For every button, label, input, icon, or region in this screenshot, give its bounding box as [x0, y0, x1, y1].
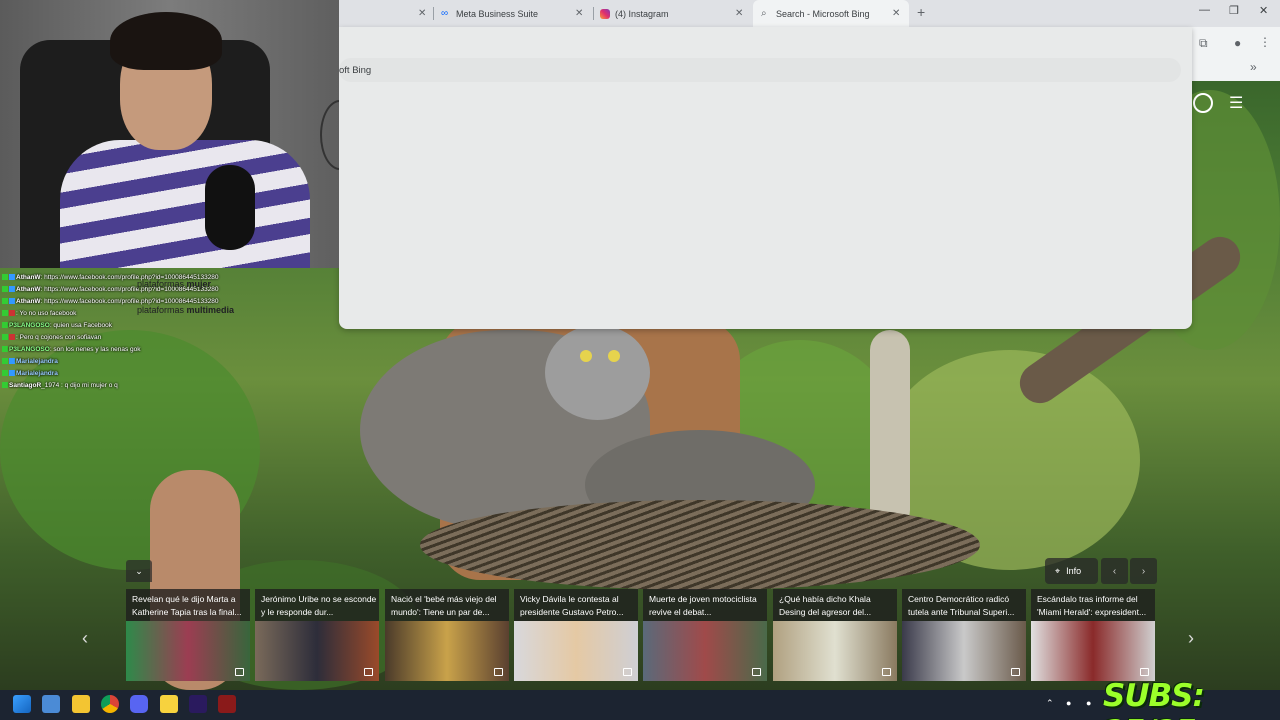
news-title: ¿Qué había dicho Khala Desing del agreso… — [779, 594, 872, 617]
news-title: Centro Democrático radicó tutela ante Tr… — [908, 594, 1015, 617]
discord-icon[interactable] — [130, 695, 148, 713]
news-thumbnail — [643, 621, 767, 681]
bookmarks-overflow-icon[interactable]: » — [1250, 60, 1257, 74]
chat-message: SantiagoR_1974 : q dijo mi mujer o q — [2, 380, 242, 392]
subs-counter: SUBS: 25/25 — [1103, 678, 1205, 720]
gallery-icon — [623, 668, 632, 676]
news-thumbnail — [255, 621, 379, 681]
news-thumbnail — [902, 621, 1026, 681]
new-tab-button[interactable]: + — [917, 4, 925, 20]
news-card[interactable]: Vicky Dávila le contesta al presidente G… — [514, 589, 638, 681]
window-close-button[interactable]: ✕ — [1259, 4, 1268, 17]
menu-icon[interactable]: ☰ — [1229, 93, 1243, 113]
minimize-button[interactable]: — — [1199, 4, 1210, 16]
profile-icon[interactable]: ● — [1234, 36, 1241, 50]
gallery-icon — [494, 668, 503, 676]
chat-message: Marialejandra — [2, 368, 242, 380]
extensions-icon[interactable]: ⧉ — [1199, 36, 1208, 51]
tab-label: (4) Instagram — [615, 8, 669, 19]
tab-microsoft-bing[interactable]: ⌕ Search - Microsoft Bing ✕ — [753, 0, 909, 27]
news-title: Escándalo tras informe del 'Miami Herald… — [1037, 594, 1147, 617]
chrome-icon[interactable] — [101, 695, 119, 713]
tray-overflow-icon[interactable]: ⌃ — [1046, 698, 1054, 709]
news-thumbnail — [1031, 621, 1155, 681]
news-card[interactable]: Jerónimo Uribe no se esconde y le respon… — [255, 589, 379, 681]
news-thumbnail — [514, 621, 638, 681]
close-icon[interactable]: ✕ — [735, 8, 743, 19]
news-title: Vicky Dávila le contesta al presidente G… — [520, 594, 624, 617]
gallery-icon — [882, 668, 891, 676]
address-bar[interactable]: oft Bing — [339, 58, 1181, 82]
tab-label: Search - Microsoft Bing — [776, 8, 870, 19]
news-title: Revelan qué le dijo Marta a Katherine Ta… — [132, 594, 242, 617]
news-next-arrow[interactable]: › — [1188, 628, 1194, 649]
gallery-icon — [1140, 668, 1149, 676]
tab-bar: ✕ ∞ Meta Business Suite ✕ (4) Instagram … — [339, 0, 1280, 27]
news-card[interactable]: ¿Qué había dicho Khala Desing del agreso… — [773, 589, 897, 681]
cam-hair — [110, 12, 222, 70]
news-thumbnail — [385, 621, 509, 681]
gallery-icon — [1011, 668, 1020, 676]
webcam-overlay — [0, 0, 339, 268]
premiere-pro-icon[interactable] — [189, 695, 207, 713]
address-text: oft Bing — [339, 64, 372, 76]
news-card[interactable]: Escándalo tras informe del 'Miami Herald… — [1031, 589, 1155, 681]
tab-label: Meta Business Suite — [456, 8, 539, 19]
chat-message: : Pero q cojones con sofiavan — [2, 332, 242, 344]
meta-icon: ∞ — [441, 7, 449, 19]
tab-instagram[interactable]: (4) Instagram ✕ — [600, 0, 750, 27]
collapse-news-button[interactable]: ⌄ — [126, 560, 152, 582]
gallery-icon — [364, 668, 373, 676]
previous-image-button[interactable]: ‹ — [1101, 558, 1128, 584]
photos-app-icon[interactable] — [42, 695, 60, 713]
close-icon[interactable]: ✕ — [575, 8, 583, 19]
gallery-icon — [235, 668, 244, 676]
news-card[interactable]: Nació el 'bebé más viejo del mundo': Tie… — [385, 589, 509, 681]
steam-tray-icon[interactable]: ● — [1086, 698, 1091, 708]
close-icon[interactable]: ✕ — [892, 8, 900, 19]
tab-separator — [593, 7, 594, 20]
image-info-button[interactable]: ⌖ Info — [1045, 558, 1098, 584]
instagram-icon — [600, 8, 610, 19]
windows-start-icon[interactable] — [13, 695, 31, 713]
stream-chat: AthanW: https://www.facebook.com/profile… — [2, 272, 242, 392]
microphone — [205, 165, 255, 250]
chat-message: P3LANGOSO: quien usa Facebook — [2, 320, 242, 332]
file-explorer-icon[interactable] — [72, 695, 90, 713]
news-thumbnail — [126, 621, 250, 681]
news-thumbnail — [773, 621, 897, 681]
news-card[interactable]: Muerte de joven motociclista revive el d… — [643, 589, 767, 681]
rewards-icon[interactable] — [1193, 93, 1213, 113]
chevron-down-icon: ⌄ — [135, 565, 143, 576]
more-menu-icon[interactable]: ⋮ — [1259, 35, 1271, 49]
news-prev-arrow[interactable]: ‹ — [82, 628, 88, 649]
next-image-button[interactable]: › — [1130, 558, 1157, 584]
omnibox-dropdown: oft Bing — [339, 27, 1192, 329]
news-title: Nació el 'bebé más viejo del mundo': Tie… — [391, 594, 497, 617]
suggestion-item[interactable]: plataformas mujer — [137, 279, 211, 289]
tab-meta-business-suite[interactable]: ∞ Meta Business Suite ✕ — [441, 0, 591, 27]
close-icon[interactable]: ✕ — [418, 8, 426, 19]
streaming-app-icon[interactable] — [218, 695, 236, 713]
search-icon: ⌕ — [761, 7, 767, 19]
discord-tray-icon[interactable]: ● — [1066, 698, 1071, 708]
gallery-icon — [752, 668, 761, 676]
tab-separator — [433, 7, 434, 20]
tab-previous[interactable]: ✕ — [339, 0, 431, 27]
news-card[interactable]: Revelan qué le dijo Marta a Katherine Ta… — [126, 589, 250, 681]
restore-button[interactable]: ❐ — [1229, 4, 1239, 17]
news-card[interactable]: Centro Democrático radicó tutela ante Tr… — [902, 589, 1026, 681]
info-label: Info — [1066, 566, 1082, 576]
suggestion-item[interactable]: plataformas multimedia — [137, 305, 234, 315]
news-title: Jerónimo Uribe no se esconde y le respon… — [261, 594, 377, 617]
location-pin-icon: ⌖ — [1055, 565, 1061, 576]
cam-shirt — [60, 140, 310, 268]
chat-message: Marialejandra — [2, 356, 242, 368]
chat-message: P3LANGOSO: son los nenes y las nenas gok — [2, 344, 242, 356]
sticky-notes-icon[interactable] — [160, 695, 178, 713]
news-title: Muerte de joven motociclista revive el d… — [649, 594, 757, 617]
